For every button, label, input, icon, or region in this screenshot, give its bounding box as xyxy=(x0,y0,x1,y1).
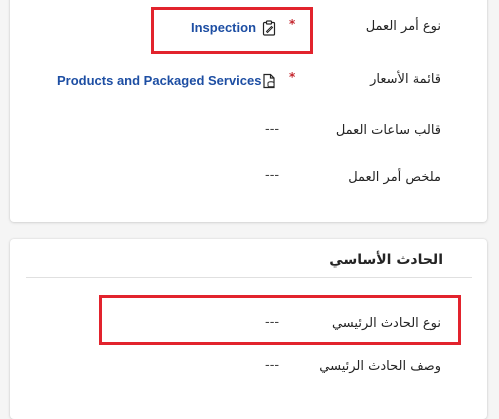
work-order-type-highlight xyxy=(151,7,313,54)
work-order-summary-value[interactable]: --- xyxy=(265,168,279,183)
work-order-summary-label: ملخص أمر العمل xyxy=(348,170,441,185)
work-hours-template-label: قالب ساعات العمل xyxy=(335,123,441,138)
price-list-label: قائمة الأسعار xyxy=(370,72,441,87)
price-list-value[interactable]: Products and Packaged Services xyxy=(57,73,261,88)
primary-incident-description-value[interactable]: --- xyxy=(265,358,279,373)
primary-incident-section-title: الحادث الأساسي xyxy=(329,252,443,268)
price-list-icon xyxy=(262,73,276,89)
section-divider xyxy=(26,277,472,278)
primary-incident-description-label: وصف الحادث الرئيسي xyxy=(319,359,441,374)
primary-incident-type-highlight xyxy=(99,295,461,345)
work-hours-template-value[interactable]: --- xyxy=(265,122,279,137)
work-order-type-label: نوع أمر العمل xyxy=(365,19,441,34)
required-indicator: * xyxy=(289,70,296,84)
